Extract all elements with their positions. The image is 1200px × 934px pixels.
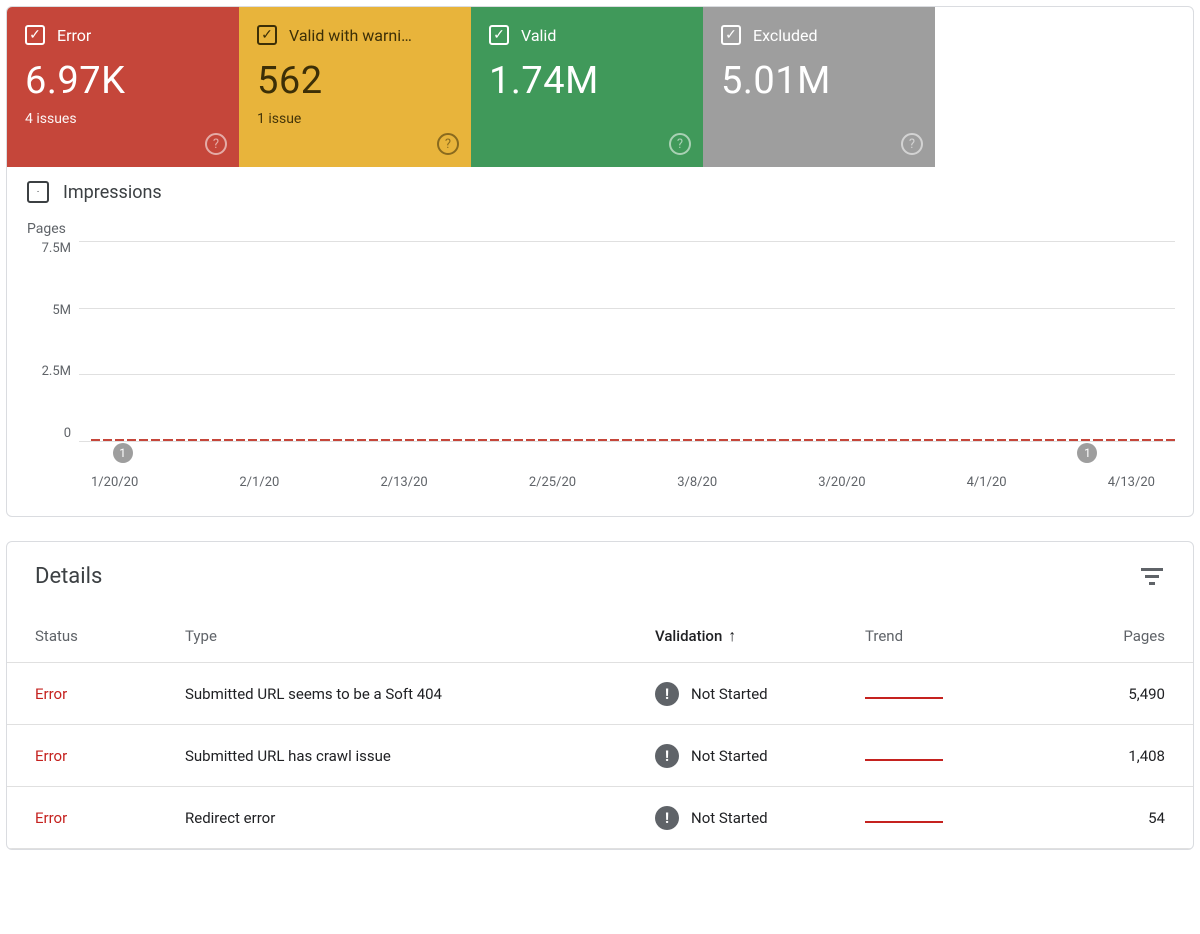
tile-error-label: Error [57,26,91,45]
exclamation-icon: ! [655,682,679,706]
event-marker[interactable]: 1 [1077,443,1097,463]
help-icon[interactable]: ? [205,133,227,155]
help-icon[interactable]: ? [437,133,459,155]
event-marker[interactable]: 1 [113,443,133,463]
chart-x-axis: 1/20/20 2/1/20 2/13/20 2/25/20 3/8/20 3/20/20… [91,475,1175,490]
impressions-label: Impressions [63,182,162,203]
ytick: 0 [27,426,71,441]
status-tiles-row: ✓ Error 6.97K 4 issues ? ✓ Valid with wa… [7,7,1193,167]
tile-excluded-value: 5.01M [721,59,919,103]
cell-type: Redirect error [185,809,655,827]
cell-pages: 1,408 [1035,747,1165,765]
xtick: 4/13/20 [1108,475,1155,490]
xtick: 2/25/20 [529,475,576,490]
cell-validation: !Not Started [655,682,865,706]
filter-icon[interactable] [1139,566,1165,588]
cell-pages: 5,490 [1035,685,1165,703]
checkbox-checked-icon[interactable]: ✓ [489,25,509,45]
cell-status: Error [35,685,185,703]
tile-warning-value: 562 [257,59,455,103]
xtick: 3/8/20 [677,475,717,490]
cell-validation: !Not Started [655,806,865,830]
details-title: Details [35,564,102,589]
checkbox-checked-icon[interactable]: ✓ [25,25,45,45]
table-row[interactable]: ErrorSubmitted URL seems to be a Soft 40… [7,663,1193,725]
exclamation-icon: ! [655,744,679,768]
details-table: Status Type Validation ↑ Trend Pages Err… [7,609,1193,849]
cell-status: Error [35,809,185,827]
help-icon[interactable]: ? [669,133,691,155]
cell-trend [865,685,1035,703]
col-type[interactable]: Type [185,627,655,645]
tile-warning[interactable]: ✓ Valid with warni… 562 1 issue ? [239,7,471,167]
trend-sparkline [865,821,943,823]
checkbox-checked-icon[interactable]: ✓ [257,25,277,45]
xtick: 2/1/20 [239,475,279,490]
trend-sparkline [865,697,943,699]
table-row[interactable]: ErrorRedirect error!Not Started 54 [7,787,1193,849]
tile-error-value: 6.97K [25,59,223,103]
tile-excluded[interactable]: ✓ Excluded 5.01M ? [703,7,935,167]
xtick: 2/13/20 [380,475,427,490]
cell-trend [865,809,1035,827]
cell-status: Error [35,747,185,765]
coverage-summary-card: ✓ Error 6.97K 4 issues ? ✓ Valid with wa… [6,6,1194,517]
cell-validation: !Not Started [655,744,865,768]
ytick: 5M [27,303,71,318]
xtick: 1/20/20 [91,475,138,490]
tile-valid-label: Valid [521,26,556,45]
chart-plot-area[interactable] [79,241,1175,441]
details-card: Details Status Type Validation ↑ Trend P… [6,541,1194,850]
impressions-toggle-row[interactable]: · Impressions [7,167,1193,207]
exclamation-icon: ! [655,806,679,830]
col-pages[interactable]: Pages [1035,627,1165,645]
coverage-chart: Pages 7.5M 5M 2.5M 0 11 1/20/202/1/202/1… [7,207,1193,516]
ytick: 7.5M [27,241,71,256]
tile-warning-label: Valid with warni… [289,26,412,45]
tile-excluded-label: Excluded [753,26,818,45]
col-status[interactable]: Status [35,627,185,645]
trend-sparkline [865,759,943,761]
table-row[interactable]: ErrorSubmitted URL has crawl issue!Not S… [7,725,1193,787]
tile-error-sub: 4 issues [25,111,223,127]
cell-trend [865,747,1035,765]
col-validation[interactable]: Validation ↑ [655,626,865,646]
tile-valid-value: 1.74M [489,59,687,103]
tile-warning-sub: 1 issue [257,111,455,127]
chart-event-markers: 11 [91,441,1175,465]
tile-error[interactable]: ✓ Error 6.97K 4 issues ? [7,7,239,167]
col-trend[interactable]: Trend [865,627,1035,645]
xtick: 3/20/20 [818,475,865,490]
chart-y-axis: 7.5M 5M 2.5M 0 [27,241,79,441]
cell-pages: 54 [1035,809,1165,827]
table-header: Status Type Validation ↑ Trend Pages [7,609,1193,663]
xtick: 4/1/20 [967,475,1007,490]
cell-type: Submitted URL seems to be a Soft 404 [185,685,655,703]
checkbox-checked-icon[interactable]: ✓ [721,25,741,45]
sort-ascending-icon: ↑ [728,626,736,646]
cell-type: Submitted URL has crawl issue [185,747,655,765]
tile-valid[interactable]: ✓ Valid 1.74M ? [471,7,703,167]
checkbox-unchecked-icon[interactable]: · [27,181,49,203]
chart-y-label: Pages [27,221,1175,237]
help-icon[interactable]: ? [901,133,923,155]
ytick: 2.5M [27,364,71,379]
